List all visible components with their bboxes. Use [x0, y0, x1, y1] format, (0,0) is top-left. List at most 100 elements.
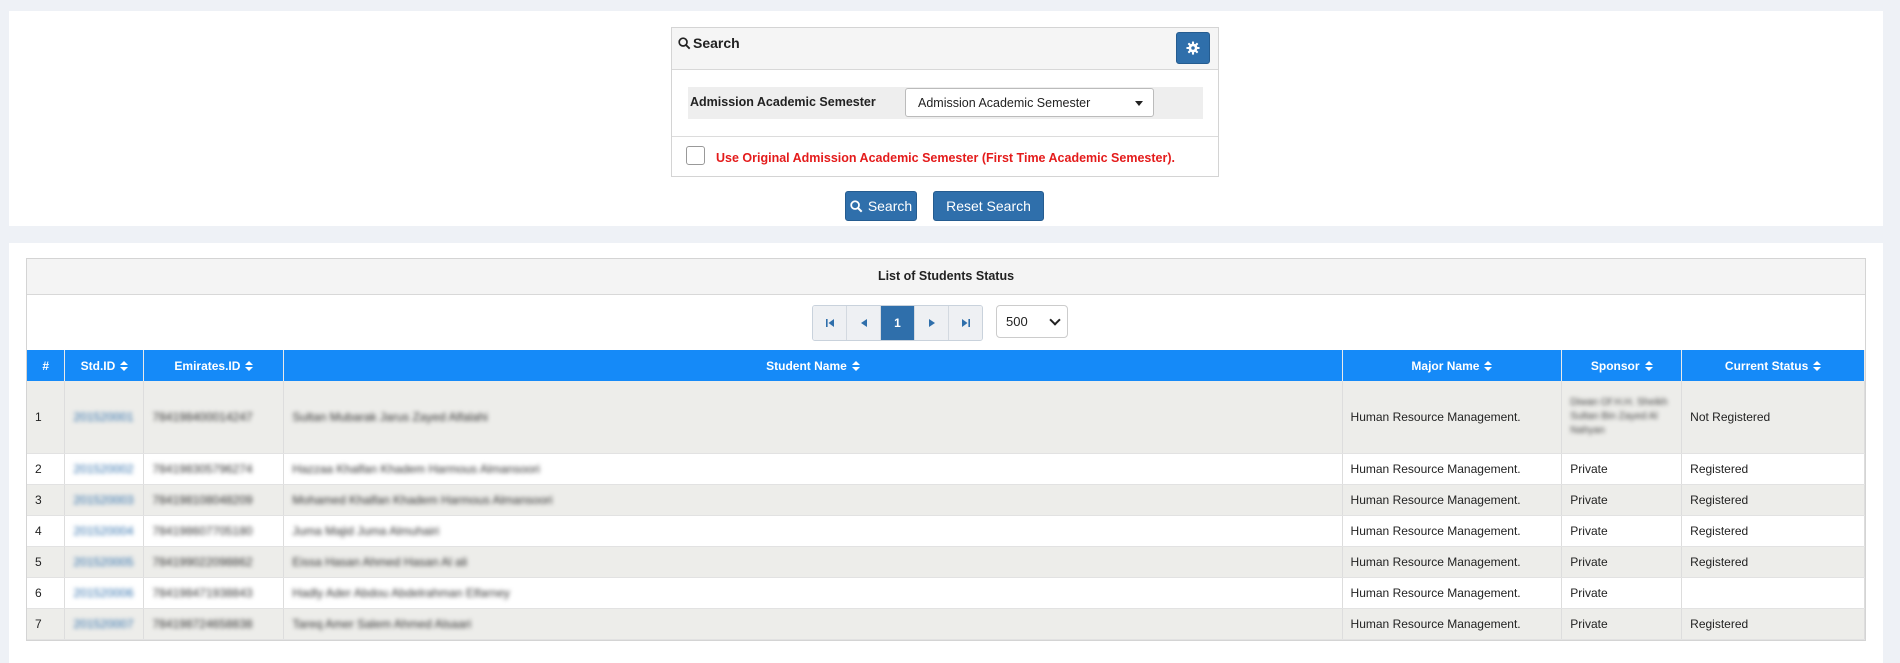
page-size-select[interactable]: 500	[996, 305, 1068, 338]
major-name: Human Resource Management.	[1342, 453, 1563, 485]
student-id-link[interactable]: 201520002	[64, 453, 145, 485]
table-header-row: # Std.ID Emirates.ID Student Name Major …	[27, 350, 1865, 381]
row-index: 5	[27, 546, 66, 578]
sponsor: Private	[1561, 608, 1683, 640]
students-panel: List of Students Status 1 500 # Std.ID E…	[9, 243, 1883, 663]
current-status: Registered	[1681, 484, 1865, 516]
page-button-current[interactable]: 1	[881, 306, 915, 340]
row-index: 6	[27, 577, 66, 609]
student-id-link[interactable]: 201520001	[64, 381, 145, 454]
emirates-id: 784198108048209	[143, 484, 285, 516]
major-name: Human Resource Management.	[1342, 381, 1563, 454]
sort-icon	[1484, 361, 1493, 372]
reset-search-button[interactable]: Reset Search	[933, 191, 1044, 221]
student-name: Eissa Hasan Ahmed Hasan Al ali	[283, 546, 1343, 578]
settings-button[interactable]	[1176, 32, 1210, 64]
column-header-major-name[interactable]: Major Name	[1342, 350, 1563, 381]
student-name: Sultan Mubarak Jarus Zayed Alfalahi	[283, 381, 1343, 454]
semester-field-row: Admission Academic Semester Admission Ac…	[688, 87, 1203, 119]
student-id-link[interactable]: 201520007	[64, 608, 145, 640]
current-status: Registered	[1681, 546, 1865, 578]
prev-page-button[interactable]	[847, 306, 881, 340]
sponsor: Private	[1561, 484, 1683, 516]
row-index: 2	[27, 453, 66, 485]
pagination: 1	[812, 305, 983, 341]
reset-search-label: Reset Search	[946, 198, 1031, 214]
search-box: Search Admission Academic Semester Admis…	[671, 27, 1219, 177]
current-status: Registered	[1681, 453, 1865, 485]
students-table-container: List of Students Status 1 500 # Std.ID E…	[26, 258, 1866, 641]
semester-select[interactable]: Admission Academic Semester	[905, 88, 1154, 117]
search-button[interactable]: Search	[845, 191, 917, 221]
student-id-link[interactable]: 201520005	[64, 546, 145, 578]
table-row: 3 201520003 784198108048209 Mohamed Khal…	[27, 484, 1865, 516]
table-row: 6 201520006 784198471938843 Hadly Ader A…	[27, 577, 1865, 609]
student-id-link[interactable]: 201520003	[64, 484, 145, 516]
column-header-current-status[interactable]: Current Status	[1681, 350, 1865, 381]
next-page-button[interactable]	[915, 306, 949, 340]
table-row: 4 201520004 784198607705180 Juma Majid J…	[27, 515, 1865, 547]
current-status	[1681, 577, 1865, 609]
column-header-index: #	[27, 350, 66, 381]
column-header-student-name[interactable]: Student Name	[283, 350, 1343, 381]
sponsor: Diwan Of H.H. Sheikh Sultan Bin Zayed Al…	[1561, 381, 1683, 454]
original-semester-checkbox[interactable]	[686, 146, 705, 165]
current-status: Registered	[1681, 608, 1865, 640]
prev-page-icon	[860, 319, 867, 327]
original-semester-row: Use Original Admission Academic Semester…	[672, 136, 1218, 178]
major-name: Human Resource Management.	[1342, 546, 1563, 578]
major-name: Human Resource Management.	[1342, 577, 1563, 609]
emirates-id: 784198400014247	[143, 381, 285, 454]
major-name: Human Resource Management.	[1342, 515, 1563, 547]
sort-icon	[1644, 361, 1653, 372]
student-name: Tareq Amer Salem Ahmed Alsaari	[283, 608, 1343, 640]
first-page-icon	[825, 319, 834, 327]
student-name: Hazzaa Khalfan Khadem Harmous Almansoori	[283, 453, 1343, 485]
table-row: 5 201520005 784199022098862 Eissa Hasan …	[27, 546, 1865, 578]
table-row: 1 201520001 784198400014247 Sultan Mubar…	[27, 381, 1865, 454]
search-title: Search	[678, 35, 740, 51]
search-icon	[678, 36, 691, 49]
pager-bar: 1 500	[27, 295, 1865, 350]
sort-icon	[851, 361, 860, 372]
chevron-down-icon	[1049, 314, 1061, 326]
emirates-id: 784198724658838	[143, 608, 285, 640]
current-status: Registered	[1681, 515, 1865, 547]
student-name: Juma Majid Juma Almuhairi	[283, 515, 1343, 547]
student-id-link[interactable]: 201520004	[64, 515, 145, 547]
emirates-id: 784199022098862	[143, 546, 285, 578]
table-row: 7 201520007 784198724658838 Tareq Amer S…	[27, 608, 1865, 640]
row-index: 4	[27, 515, 66, 547]
semester-label: Admission Academic Semester	[690, 95, 876, 109]
next-page-icon	[928, 319, 935, 327]
sort-icon	[245, 361, 254, 372]
column-header-emirates-id[interactable]: Emirates.ID	[143, 350, 285, 381]
row-index: 7	[27, 608, 66, 640]
last-page-icon	[961, 319, 970, 327]
last-page-button[interactable]	[949, 306, 982, 340]
current-status: Not Registered	[1681, 381, 1865, 454]
row-index: 3	[27, 484, 66, 516]
table-caption: List of Students Status	[27, 259, 1865, 295]
emirates-id: 784198305796274	[143, 453, 285, 485]
column-header-std-id[interactable]: Std.ID	[64, 350, 145, 381]
students-table: # Std.ID Emirates.ID Student Name Major …	[27, 350, 1865, 640]
student-name: Mohamed Khalfan Khadem Harmous Almansoor…	[283, 484, 1343, 516]
sponsor: Private	[1561, 515, 1683, 547]
search-panel: Search Admission Academic Semester Admis…	[9, 11, 1883, 226]
page-size-value: 500	[1006, 314, 1028, 329]
major-name: Human Resource Management.	[1342, 608, 1563, 640]
search-button-label: Search	[867, 198, 913, 214]
caret-down-icon	[1135, 101, 1143, 106]
row-index: 1	[27, 381, 66, 454]
student-name: Hadly Ader Abdou Abdelrahman Elfarney	[283, 577, 1343, 609]
column-header-sponsor[interactable]: Sponsor	[1561, 350, 1683, 381]
search-header: Search	[672, 28, 1218, 70]
search-title-text: Search	[693, 35, 740, 51]
table-row: 2 201520002 784198305796274 Hazzaa Khalf…	[27, 453, 1865, 485]
emirates-id: 784198607705180	[143, 515, 285, 547]
first-page-button[interactable]	[813, 306, 847, 340]
emirates-id: 784198471938843	[143, 577, 285, 609]
sponsor: Private	[1561, 546, 1683, 578]
student-id-link[interactable]: 201520006	[64, 577, 145, 609]
